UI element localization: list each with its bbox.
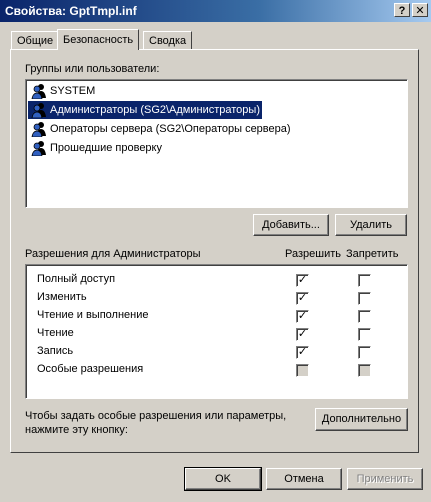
remove-button-label: Удалить: [350, 219, 392, 231]
permissions-list: Полный доступ ✓ Изменить ✓ Чтение и выполнен…: [25, 264, 408, 399]
remove-button[interactable]: Удалить: [335, 214, 407, 236]
permission-allow-checkbox[interactable]: ✓: [296, 328, 309, 341]
users-group-icon: [31, 84, 46, 99]
list-item-label: Операторы сервера (SG2\Операторы сервера…: [50, 123, 291, 135]
permission-allow-checkbox[interactable]: ✓: [296, 274, 309, 287]
tab-panel-security: Группы или пользователи: SYSTEM Администр…: [10, 49, 419, 453]
allow-header: Разрешить: [285, 248, 341, 260]
title-bar: Свойства: GptTmpl.inf ? ✕: [0, 0, 431, 22]
cancel-button-label: Отмена: [284, 473, 324, 485]
permission-label: Чтение и выполнение: [37, 309, 149, 321]
add-button-label: Добавить...: [262, 219, 320, 231]
permission-label: Полный доступ: [37, 273, 116, 285]
list-item[interactable]: Администраторы (SG2\Администраторы): [28, 101, 262, 119]
permission-label: Изменить: [37, 291, 87, 303]
ok-button[interactable]: OK: [184, 467, 262, 491]
permission-deny-checkbox[interactable]: [358, 346, 371, 359]
permission-deny-checkbox[interactable]: [358, 310, 371, 323]
apply-button-label: Применить: [356, 473, 414, 485]
list-item[interactable]: SYSTEM: [28, 82, 97, 100]
help-button[interactable]: ?: [394, 3, 410, 17]
permission-deny-checkbox[interactable]: [358, 364, 371, 377]
list-item-label: SYSTEM: [50, 85, 96, 97]
cancel-button[interactable]: Отмена: [266, 468, 342, 490]
close-button[interactable]: ✕: [412, 3, 428, 17]
window-title: Свойства: GptTmpl.inf: [5, 4, 137, 18]
list-item[interactable]: Операторы сервера (SG2\Операторы сервера…: [28, 120, 293, 138]
permissions-title: Разрешения для Администраторы: [25, 248, 201, 260]
permission-deny-checkbox[interactable]: [358, 328, 371, 341]
tab-summary[interactable]: Сводка: [143, 31, 193, 49]
permission-deny-checkbox[interactable]: [358, 274, 371, 287]
users-group-icon: [31, 103, 46, 118]
permission-deny-checkbox[interactable]: [358, 292, 371, 305]
permission-label: Особые разрешения: [37, 363, 144, 375]
permission-label: Чтение: [37, 327, 74, 339]
permission-allow-checkbox[interactable]: ✓: [296, 346, 309, 359]
deny-header: Запретить: [346, 248, 399, 260]
permission-allow-checkbox[interactable]: ✓: [296, 292, 309, 305]
advanced-button[interactable]: Дополнительно: [315, 408, 408, 431]
list-item-label: Прошедшие проверку: [50, 142, 162, 154]
permission-allow-checkbox[interactable]: [296, 364, 309, 377]
list-item-label: Администраторы (SG2\Администраторы): [50, 104, 260, 116]
groups-label: Группы или пользователи:: [25, 63, 160, 75]
list-item[interactable]: Прошедшие проверку: [28, 139, 164, 157]
groups-listbox[interactable]: SYSTEM Администраторы (SG2\Администраторы…: [25, 79, 408, 208]
tab-general[interactable]: Общие: [11, 31, 60, 49]
permission-label: Запись: [37, 345, 74, 357]
permission-allow-checkbox[interactable]: ✓: [296, 310, 309, 323]
apply-button[interactable]: Применить: [347, 468, 423, 490]
advanced-hint: Чтобы задать особые разрешения или парам…: [25, 410, 287, 436]
advanced-button-label: Дополнительно: [321, 413, 402, 425]
add-button[interactable]: Добавить...: [253, 214, 329, 236]
users-group-icon: [31, 141, 46, 156]
users-group-icon: [31, 122, 46, 137]
ok-button-label: OK: [215, 473, 231, 485]
tab-security[interactable]: Безопасность: [57, 29, 140, 50]
